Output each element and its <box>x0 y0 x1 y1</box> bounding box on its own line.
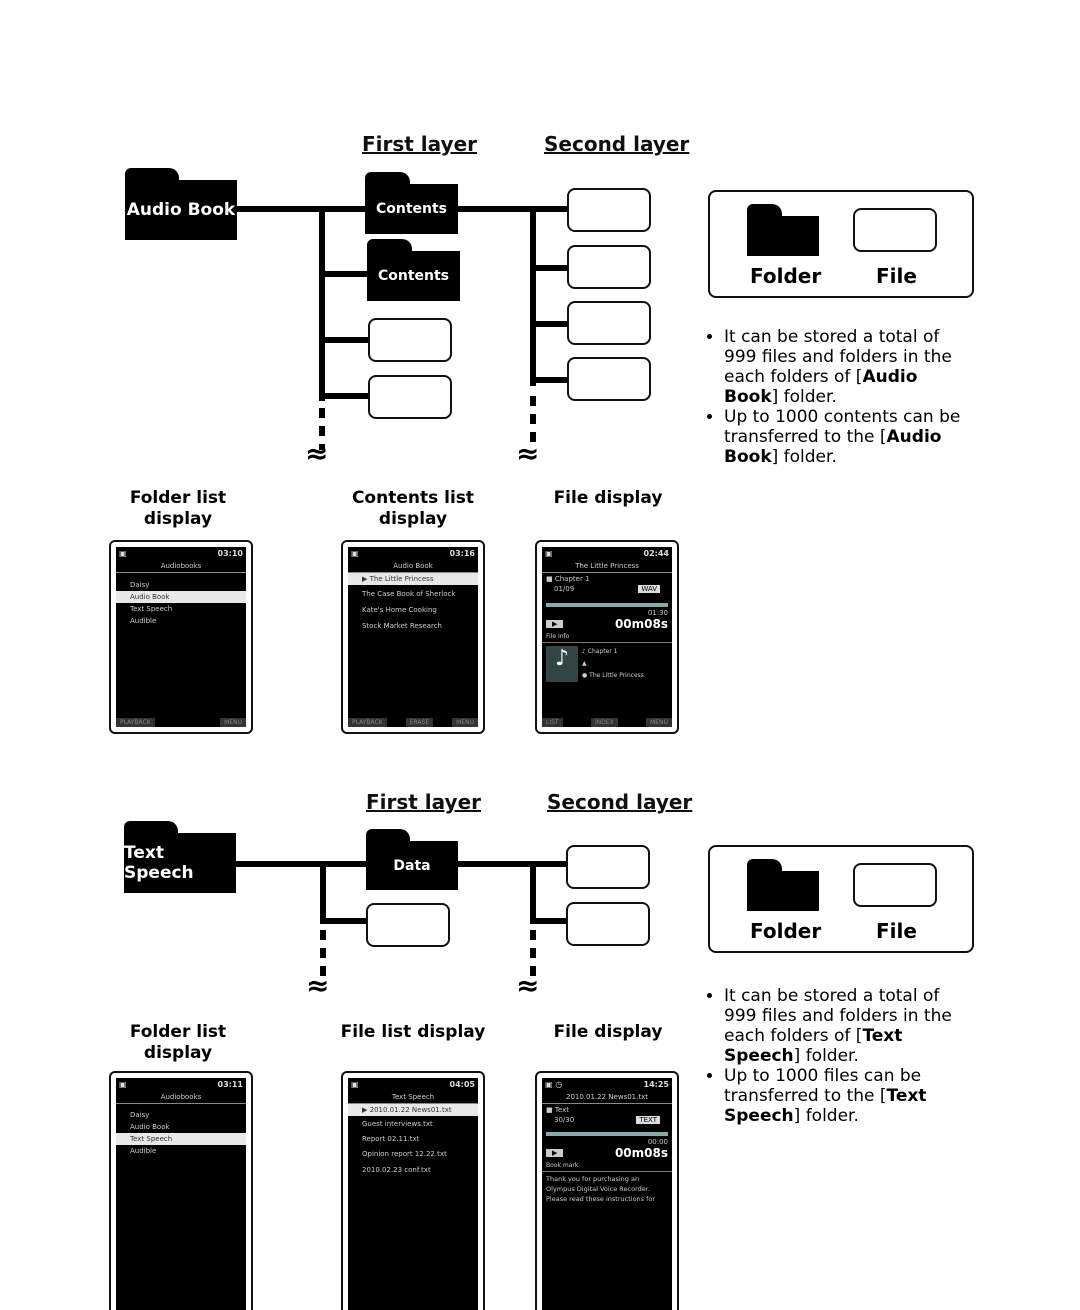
connector <box>456 206 568 212</box>
connector <box>320 861 326 921</box>
contents-list-screen: ▣ 03:16 Audio Book ▶ The Little Princess … <box>341 540 485 734</box>
connector <box>235 861 367 867</box>
audio-book-folder: Audio Book <box>125 168 237 240</box>
file <box>366 903 450 947</box>
first-layer-heading: First layer <box>362 132 478 156</box>
connector <box>319 393 369 399</box>
connector <box>530 321 568 327</box>
connector <box>530 918 568 924</box>
play-icon: ▶ <box>546 620 564 628</box>
notes: It can be stored a total of 999 files an… <box>708 986 968 1126</box>
caption: File display <box>553 1022 663 1042</box>
connector <box>530 861 536 921</box>
folder-icon <box>747 859 819 911</box>
legend: Folder File <box>708 190 974 298</box>
note: Up to 1000 contents can be transferred t… <box>724 407 968 467</box>
file <box>567 357 651 401</box>
note: Up to 1000 files can be transferred to t… <box>724 1066 968 1126</box>
caption: File list display <box>340 1022 486 1042</box>
legend-folder-label: Folder <box>750 919 822 943</box>
text-speech-folder: Text Speech <box>124 821 236 893</box>
caption: Folder list display <box>129 1022 227 1063</box>
connector <box>319 206 325 401</box>
file <box>567 188 651 232</box>
note: It can be stored a total of 999 files an… <box>724 327 968 407</box>
connector <box>236 206 366 212</box>
page: First layer Second layer ≈ ≈ Audio Book … <box>0 0 1080 1310</box>
connector <box>319 271 369 277</box>
connector <box>530 265 568 271</box>
folder-list-screen: ▣ 03:11 Audiobooks Daisy Audio Book Text … <box>109 1071 253 1310</box>
file-icon <box>853 208 937 252</box>
notes: It can be stored a total of 999 files an… <box>708 327 968 467</box>
progress-bar <box>546 603 668 607</box>
caption: Contents list display <box>351 488 475 529</box>
file <box>368 375 452 419</box>
file <box>567 245 651 289</box>
second-layer-heading: Second layer <box>544 132 690 156</box>
wave-icon: ≈ <box>305 437 329 470</box>
music-note-icon: ♪ <box>546 646 578 682</box>
connector <box>530 206 536 386</box>
connector <box>320 918 368 924</box>
file-display-screen: ▣ 02:44 The Little Princess ■ Chapter 1 0… <box>535 540 679 734</box>
legend-folder-label: Folder <box>750 264 822 288</box>
connector <box>456 861 568 867</box>
contents-folder: Contents <box>365 172 458 234</box>
connector <box>319 337 369 343</box>
file-display-screen: ▣ ◷ 14:25 2010.01.22 News01.txt ■ Text 30… <box>535 1071 679 1310</box>
first-layer-heading: First layer <box>366 790 482 814</box>
legend-file-label: File <box>876 264 917 288</box>
file <box>368 318 452 362</box>
legend-file-label: File <box>876 919 917 943</box>
second-layer-heading: Second layer <box>547 790 693 814</box>
connector <box>530 377 568 383</box>
file-icon <box>853 863 937 907</box>
folder-icon <box>747 204 819 256</box>
file <box>566 845 650 889</box>
folder-list-screen: ▣ 03:10 Audiobooks Daisy Audio Book Text … <box>109 540 253 734</box>
data-folder: Data <box>366 829 458 890</box>
caption: File display <box>553 488 663 508</box>
note: It can be stored a total of 999 files an… <box>724 986 968 1066</box>
wave-icon: ≈ <box>516 437 540 470</box>
file-list-screen: ▣ 04:05 Text Speech ▶ 2010.01.22 News01.t… <box>341 1071 485 1310</box>
progress-bar <box>546 1132 668 1136</box>
file <box>566 902 650 946</box>
caption: Folder list display <box>129 488 227 529</box>
legend: Folder File <box>708 845 974 953</box>
play-icon: ▶ <box>546 1149 564 1157</box>
wave-icon: ≈ <box>306 969 330 1002</box>
file <box>567 301 651 345</box>
contents-folder: Contents <box>367 239 460 301</box>
wave-icon: ≈ <box>516 969 540 1002</box>
